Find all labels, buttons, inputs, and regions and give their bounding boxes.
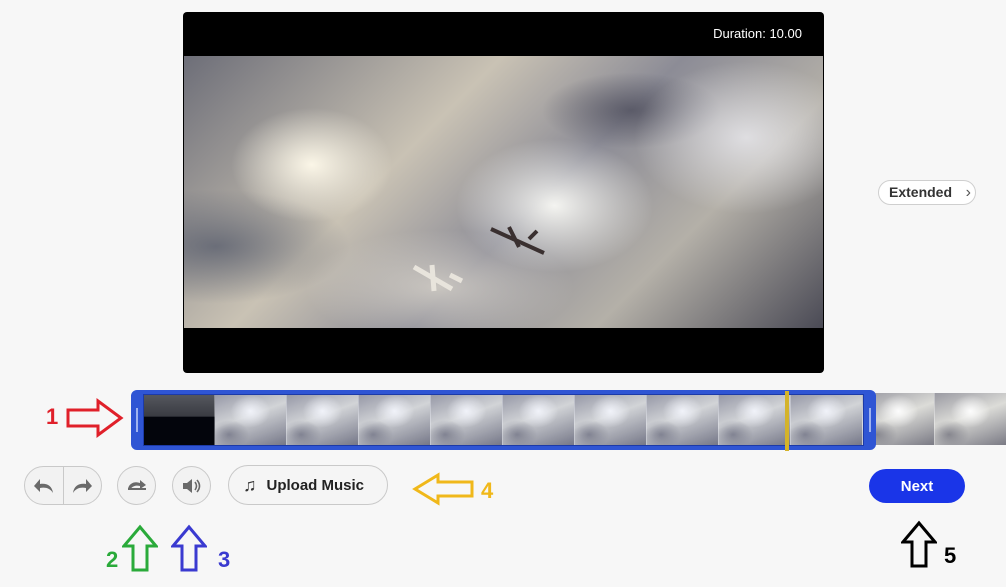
- trim-handle-left[interactable]: [136, 408, 138, 432]
- airplane-image: [490, 226, 545, 255]
- redo-icon: [73, 478, 93, 493]
- redo-button[interactable]: [62, 467, 102, 504]
- duration-label: Duration: 10.00: [713, 26, 802, 41]
- extended-button[interactable]: Extended ›: [878, 180, 976, 205]
- extended-label: Extended: [889, 184, 953, 200]
- upload-music-label: Upload Music: [266, 476, 365, 494]
- timeline-thumbnail: [935, 393, 1006, 445]
- undo-button[interactable]: [25, 467, 63, 504]
- undo-redo-group: [24, 466, 102, 505]
- trim-handle-right[interactable]: [869, 408, 871, 432]
- chevron-right-icon: ›: [965, 184, 971, 201]
- music-note-icon: ♫: [243, 474, 257, 495]
- undo-icon: [33, 478, 53, 493]
- arrow-right-annotation-1: [66, 398, 124, 438]
- arrow-up-annotation-2: [122, 524, 158, 572]
- upload-music-button[interactable]: ♫ Upload Music: [228, 465, 388, 505]
- next-button[interactable]: Next: [869, 469, 965, 503]
- annotation-number-1: 1: [46, 404, 59, 429]
- arrow-left-annotation-4: [412, 472, 474, 506]
- volume-button[interactable]: [172, 466, 211, 505]
- arrow-up-annotation-3: [171, 524, 207, 572]
- annotation-number-5: 5: [944, 543, 957, 568]
- trim-selection[interactable]: [131, 390, 876, 450]
- arrow-up-annotation-5: [901, 520, 937, 568]
- next-label: Next: [900, 477, 934, 495]
- airplane-image: [412, 264, 464, 292]
- loop-icon: [127, 479, 146, 490]
- video-player[interactable]: Duration: 10.00: [183, 12, 824, 373]
- playhead-marker[interactable]: [785, 391, 789, 451]
- loop-button[interactable]: [117, 466, 156, 505]
- annotation-number-4: 4: [481, 478, 494, 503]
- volume-icon: [182, 478, 200, 493]
- annotation-number-2: 2: [106, 547, 119, 572]
- video-frame: [184, 56, 823, 328]
- annotation-number-3: 3: [218, 547, 231, 572]
